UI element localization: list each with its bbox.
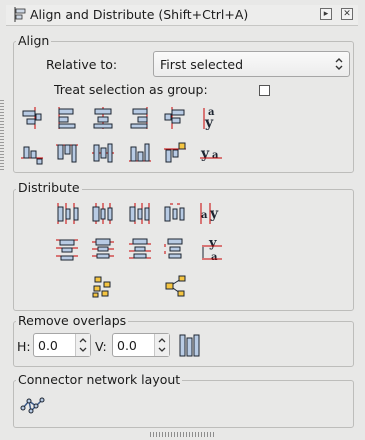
remove-overlaps-section-label: Remove overlaps	[16, 313, 129, 328]
distribute-gaps-vertical-icon[interactable]	[162, 236, 188, 262]
svg-text:a: a	[201, 210, 208, 221]
spin-arrows-icon[interactable]	[75, 334, 90, 356]
align-bottom-edges-icon[interactable]	[127, 140, 153, 166]
align-right-edge-to-left-anchor-icon[interactable]	[19, 105, 45, 131]
svg-text:y: y	[200, 146, 210, 162]
relative-to-select[interactable]: First selected	[153, 51, 350, 77]
connector-frame	[13, 380, 354, 428]
center-on-horizontal-axis-icon[interactable]	[90, 140, 116, 166]
align-top-to-bottom-anchor-icon[interactable]	[162, 140, 188, 166]
align-left-edges-icon[interactable]	[54, 105, 80, 131]
distribute-baselines-vertical-icon[interactable]: ya	[198, 236, 224, 262]
treat-group-checkbox[interactable]	[259, 85, 270, 96]
h-gap-label: H:	[17, 339, 31, 354]
align-dialog-icon	[13, 7, 27, 22]
distribute-gaps-horizontal-icon[interactable]	[162, 200, 188, 226]
align-top-edges-icon[interactable]	[54, 140, 80, 166]
dialog-title: Align and Distribute (Shift+Ctrl+A)	[30, 7, 249, 22]
connector-graph-layout-icon[interactable]	[19, 393, 45, 419]
svg-text:a: a	[211, 252, 218, 262]
v-gap-label: V:	[95, 339, 107, 354]
dialog-titlebar: Align and Distribute (Shift+Ctrl+A) ▸ ✕	[6, 5, 358, 26]
unclump-objects-icon[interactable]	[162, 273, 188, 299]
distribute-centers-vertical-icon[interactable]	[90, 236, 116, 262]
h-gap-spinbox[interactable]: 0.0	[33, 333, 91, 357]
spin-arrows-icon[interactable]	[154, 334, 169, 356]
distribute-left-edges-icon[interactable]	[54, 200, 80, 226]
align-bottom-to-top-anchor-icon[interactable]	[19, 140, 45, 166]
svg-text:a: a	[212, 150, 219, 161]
distribute-section-label: Distribute	[16, 180, 82, 195]
relative-to-value: First selected	[160, 57, 244, 72]
distribute-top-edges-icon[interactable]	[54, 236, 80, 262]
svg-text:y: y	[208, 236, 217, 251]
align-baseline-anchors-horizontal-icon[interactable]: ya	[198, 140, 224, 166]
treat-group-label: Treat selection as group:	[54, 82, 208, 97]
center-on-vertical-axis-icon[interactable]	[90, 105, 116, 131]
h-gap-value: 0.0	[38, 338, 58, 353]
distribute-bottom-edges-icon[interactable]	[127, 236, 153, 262]
distribute-right-edges-icon[interactable]	[127, 200, 153, 226]
v-gap-spinbox[interactable]: 0.0	[112, 333, 170, 357]
remove-overlaps-icon[interactable]	[177, 332, 203, 358]
resize-grip[interactable]	[150, 432, 216, 437]
dock-button[interactable]: ▸	[320, 8, 332, 20]
align-section-label: Align	[16, 33, 52, 48]
close-button[interactable]: ✕	[341, 8, 353, 20]
align-right-edges-icon[interactable]	[127, 105, 153, 131]
align-baseline-anchors-vertical-icon[interactable]: ay	[198, 105, 224, 131]
updown-chevron-icon	[333, 56, 345, 72]
distribute-baselines-horizontal-icon[interactable]: ay	[198, 200, 224, 226]
connector-section-label: Connector network layout	[16, 372, 183, 387]
relative-to-label: Relative to:	[46, 57, 118, 72]
align-left-edge-to-right-anchor-icon[interactable]	[162, 105, 188, 131]
distribute-centers-horizontal-icon[interactable]	[90, 200, 116, 226]
panel-edge-grip	[0, 100, 4, 170]
v-gap-value: 0.0	[117, 338, 137, 353]
svg-text:y: y	[204, 115, 214, 131]
randomize-positions-icon[interactable]	[90, 273, 116, 299]
